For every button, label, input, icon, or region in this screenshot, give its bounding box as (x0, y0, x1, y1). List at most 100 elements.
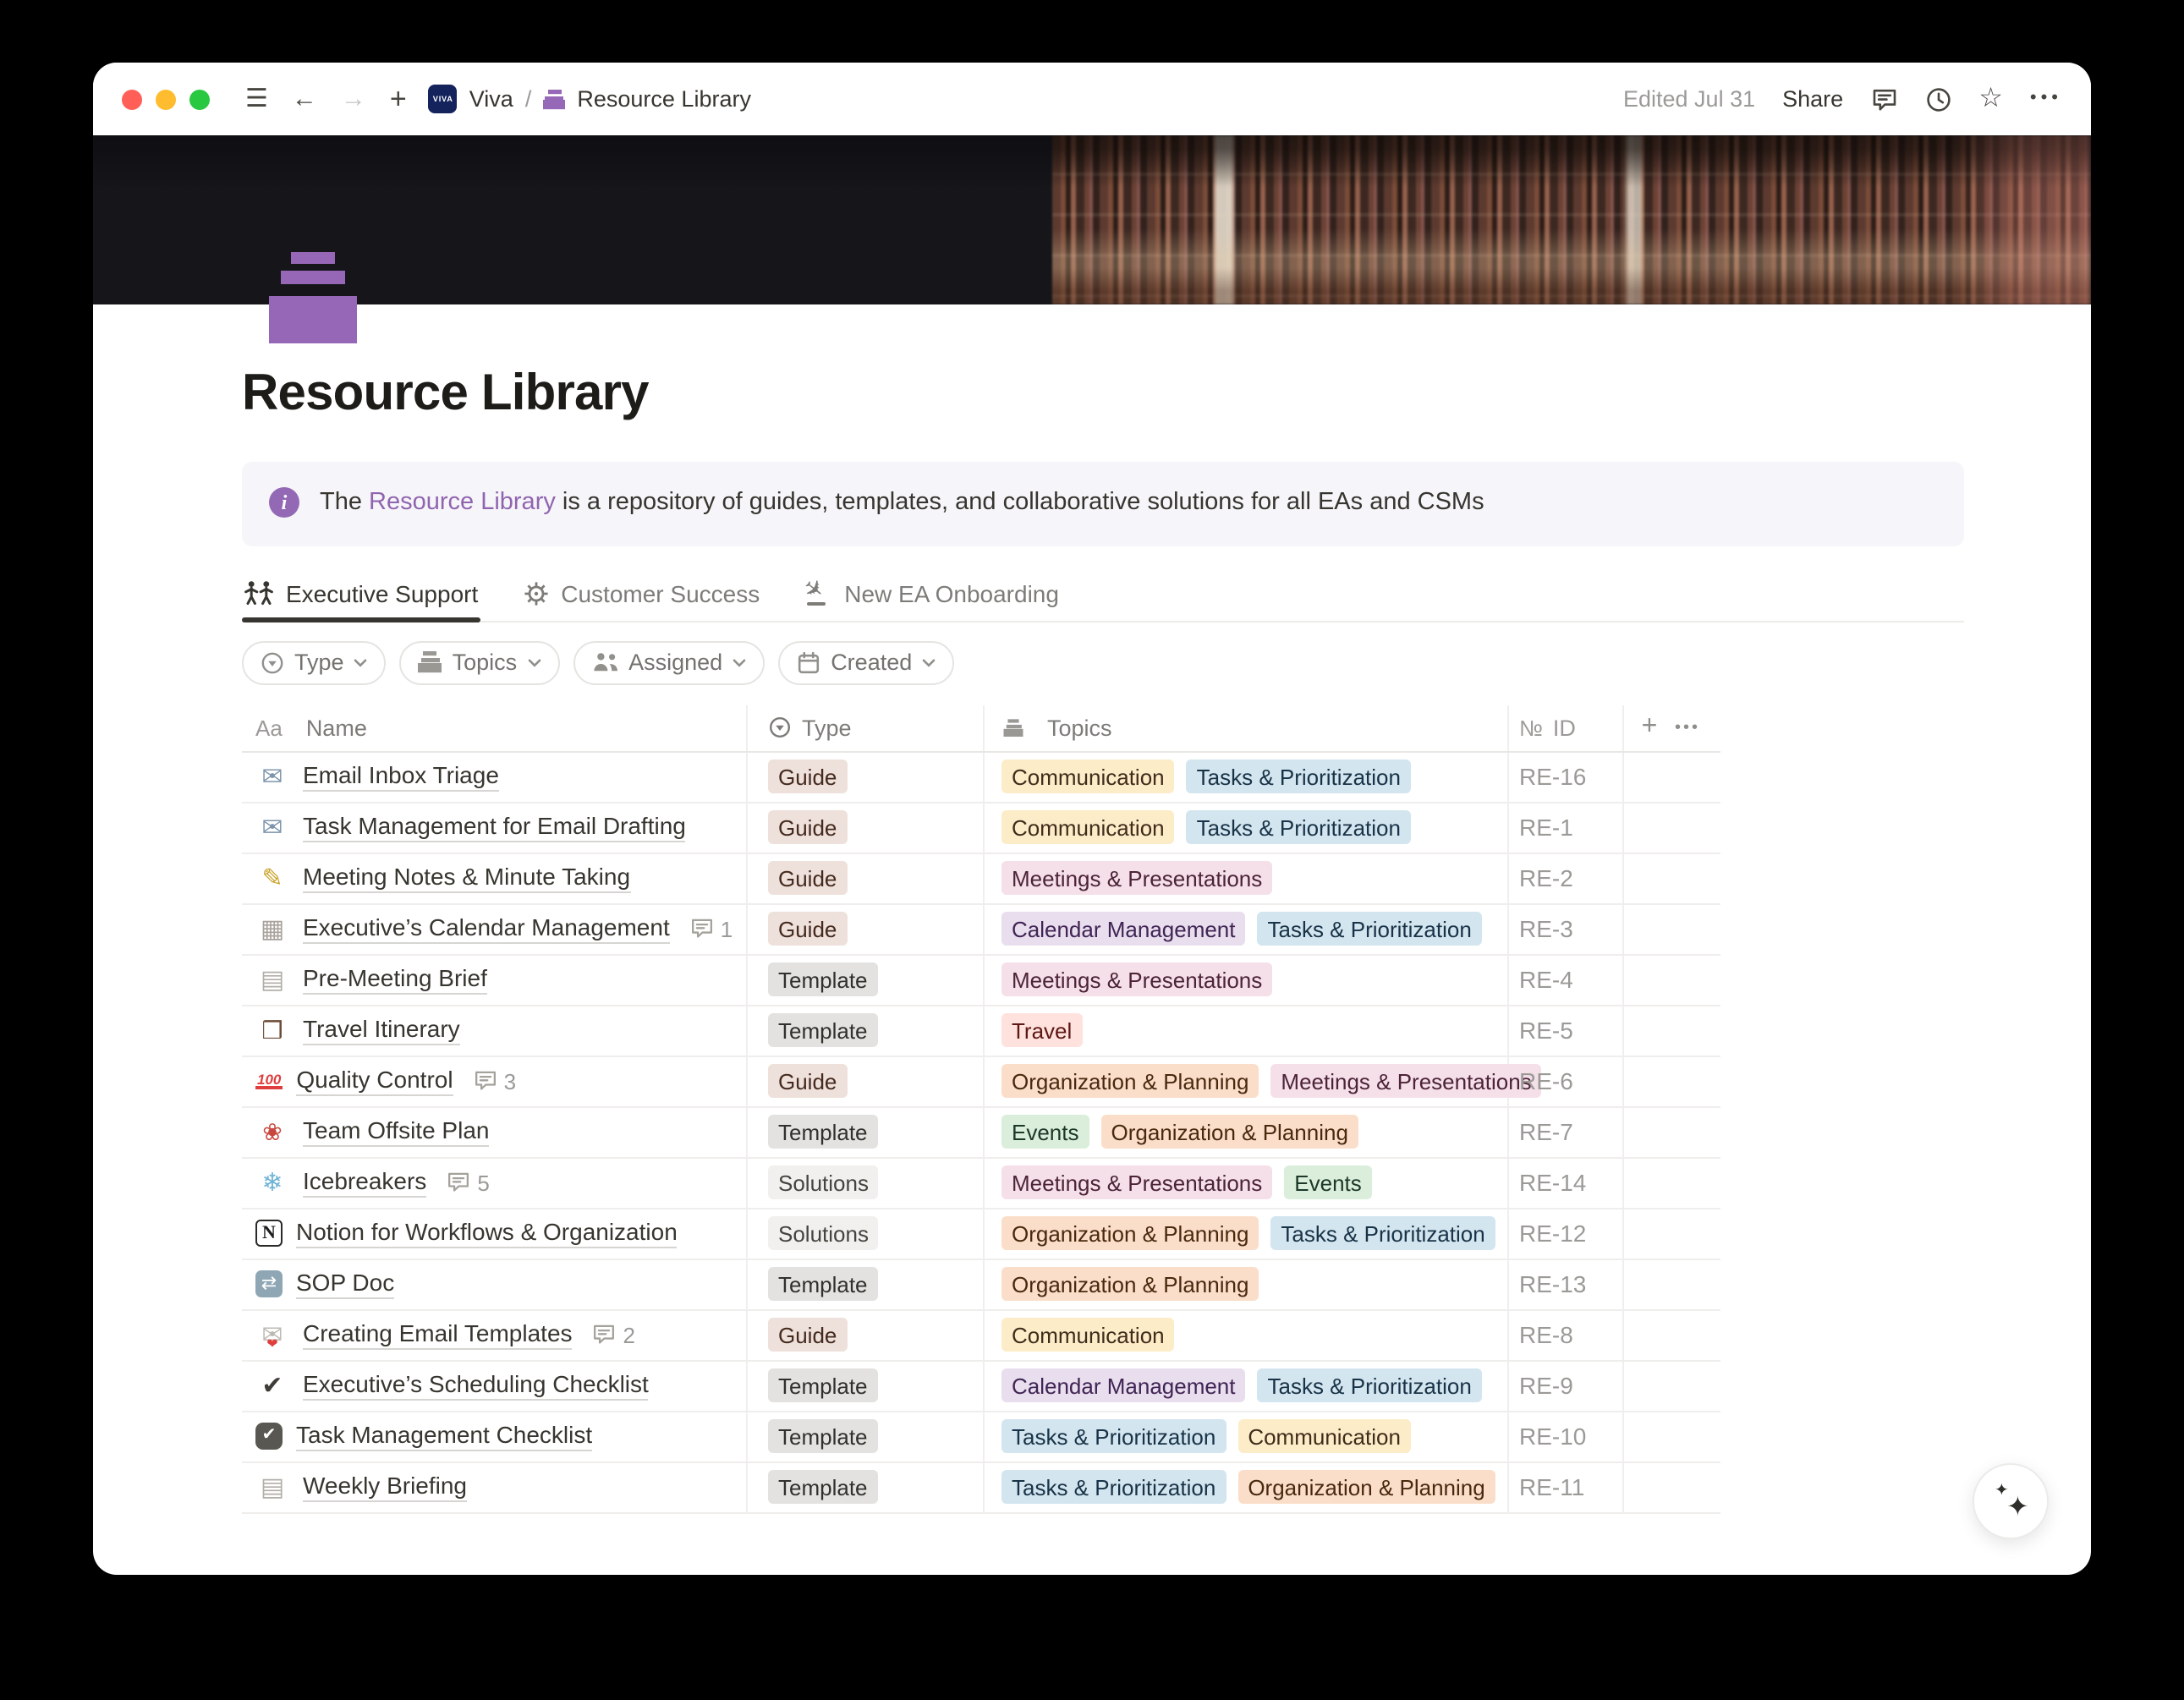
table-options-icon[interactable]: ••• (1675, 705, 1700, 750)
topic-tag[interactable]: Tasks & Prioritization (1001, 1419, 1226, 1453)
topic-tag[interactable]: Tasks & Prioritization (1270, 1216, 1495, 1250)
title-bar-actions: Edited Jul 31 Share ☆ ••• (1623, 85, 2062, 112)
row-name-link[interactable]: Meeting Notes & Minute Taking (303, 863, 630, 894)
close-window-button[interactable] (122, 89, 142, 109)
type-tag[interactable]: Template (768, 962, 878, 996)
row-name-link[interactable]: Creating Email Templates (303, 1319, 573, 1351)
page-title[interactable]: Resource Library (242, 365, 1964, 423)
row-id: RE-13 (1509, 1259, 1624, 1308)
comment-count[interactable]: 1 (690, 916, 733, 941)
topic-tag[interactable]: Meetings & Presentations (1001, 861, 1272, 895)
topic-tag[interactable]: Tasks & Prioritization (1187, 810, 1411, 844)
comment-count[interactable]: 2 (593, 1322, 635, 1347)
type-tag[interactable]: Template (768, 1470, 878, 1504)
resource-table-body: ✉ Email Inbox Triage Guide Communication Tas… (242, 752, 1720, 1513)
type-tag[interactable]: Guide (768, 1318, 847, 1352)
type-tag[interactable]: Solutions (768, 1165, 879, 1199)
type-tag[interactable]: Template (768, 1419, 878, 1453)
minimize-window-button[interactable] (156, 89, 176, 109)
tab-new-ea-onboarding[interactable]: ✈ New EA Onboarding (802, 576, 1061, 620)
filter-topics[interactable]: Topics (400, 640, 560, 684)
tab-executive-support[interactable]: Executive Support (242, 576, 480, 620)
row-name-link[interactable]: Notion for Workflows & Organization (296, 1218, 678, 1249)
type-tag[interactable]: Guide (768, 912, 847, 946)
page-icon-archive[interactable] (269, 252, 357, 343)
type-tag[interactable]: Template (768, 1267, 878, 1301)
type-tag[interactable]: Guide (768, 1064, 847, 1098)
new-tab-icon[interactable]: + (378, 85, 419, 113)
workspace-logo[interactable]: VIVA (429, 85, 458, 113)
filter-type[interactable]: Type (242, 640, 387, 684)
more-options-icon[interactable]: ••• (2030, 90, 2062, 108)
type-tag[interactable]: Template (768, 1115, 878, 1149)
type-tag[interactable]: Guide (768, 810, 847, 844)
topic-tag[interactable]: Organization & Planning (1001, 1064, 1259, 1098)
topic-tag[interactable]: Organization & Planning (1237, 1470, 1495, 1504)
row-name-link[interactable]: Executive’s Calendar Management (303, 913, 670, 945)
topic-tag[interactable]: Communication (1001, 1318, 1175, 1352)
topic-tag[interactable]: Calendar Management (1001, 1368, 1246, 1402)
row-name-link[interactable]: Travel Itinerary (303, 1015, 460, 1046)
topic-tag[interactable]: Tasks & Prioritization (1187, 760, 1411, 793)
row-name-link[interactable]: Pre-Meeting Brief (303, 964, 487, 995)
history-clock-icon[interactable] (1924, 85, 1951, 112)
forward-icon[interactable]: → (329, 86, 378, 112)
row-name-link[interactable]: Task Management for Email Drafting (303, 812, 686, 843)
screen: ☰ ← → + VIVA Viva / Resource Library Edi… (0, 0, 2184, 1700)
type-tag[interactable]: Guide (768, 861, 847, 895)
row-name-link[interactable]: Task Management Checklist (296, 1421, 592, 1452)
table-row: ✔Task Management ChecklistTemplateTasks … (242, 1412, 1720, 1462)
row-name-link[interactable]: Team Offsite Plan (303, 1116, 490, 1148)
row-name-link[interactable]: Email Inbox Triage (303, 761, 499, 792)
column-header-name[interactable]: Aa Name (242, 705, 748, 750)
column-header-topics[interactable]: Topics (985, 705, 1509, 750)
topic-tag[interactable]: Communication (1001, 810, 1175, 844)
breadcrumb-page[interactable]: Resource Library (577, 86, 751, 112)
topic-tag[interactable]: Organization & Planning (1101, 1115, 1358, 1149)
topic-tag[interactable]: Organization & Planning (1001, 1267, 1259, 1301)
row-name-link[interactable]: SOP Doc (296, 1269, 394, 1300)
add-column-button[interactable]: + (1624, 705, 1675, 750)
share-button[interactable]: Share (1782, 86, 1843, 112)
topic-tag[interactable]: Organization & Planning (1001, 1216, 1259, 1250)
type-tag[interactable]: Guide (768, 760, 847, 793)
topic-tag[interactable]: Communication (1001, 760, 1175, 793)
topic-tag[interactable]: Communication (1237, 1419, 1411, 1453)
topic-tag[interactable]: Travel (1001, 1013, 1082, 1047)
comments-icon[interactable] (1870, 85, 1897, 112)
comment-count[interactable]: 3 (474, 1068, 516, 1094)
filter-created[interactable]: Created (778, 640, 954, 684)
type-tag[interactable]: Solutions (768, 1216, 879, 1250)
breadcrumb-workspace[interactable]: Viva (469, 86, 513, 112)
topic-tag[interactable]: Tasks & Prioritization (1258, 1368, 1482, 1402)
type-tag[interactable]: Template (768, 1013, 878, 1047)
topic-tag[interactable]: Tasks & Prioritization (1001, 1470, 1226, 1504)
table-row: ❒Travel ItineraryTemplateTravelRE-5 (242, 1006, 1720, 1056)
sidebar-menu-icon[interactable]: ☰ (233, 86, 280, 112)
back-icon[interactable]: ← (280, 86, 329, 112)
callout-suffix: is a repository of guides, templates, an… (556, 489, 1484, 516)
topic-tag[interactable]: Events (1001, 1115, 1089, 1149)
zoom-window-button[interactable] (189, 89, 210, 109)
row-name-link[interactable]: Quality Control (296, 1066, 453, 1097)
filter-assigned[interactable]: Assigned (573, 640, 765, 684)
favorite-star-icon[interactable]: ☆ (1978, 85, 2003, 112)
tab-customer-success[interactable]: Customer Success (520, 576, 761, 620)
topic-tag[interactable]: Meetings & Presentations (1270, 1064, 1541, 1098)
type-tag[interactable]: Template (768, 1368, 878, 1402)
column-header-id[interactable]: № ID (1509, 705, 1624, 750)
topic-tag[interactable]: Calendar Management (1001, 912, 1246, 946)
topic-tag[interactable]: Events (1284, 1165, 1372, 1199)
resource-library-link[interactable]: Resource Library (369, 489, 556, 516)
comment-count[interactable]: 5 (447, 1170, 489, 1195)
topic-tag[interactable]: Meetings & Presentations (1001, 1165, 1272, 1199)
topics-cell: Organization & PlanningMeetings & Presen… (985, 1056, 1509, 1105)
topic-tag[interactable]: Meetings & Presentations (1001, 962, 1272, 996)
email-icon: ✉ (255, 764, 289, 789)
row-name-link[interactable]: Weekly Briefing (303, 1472, 467, 1503)
ai-assistant-button[interactable]: ✦ ✦ (1973, 1463, 2049, 1539)
row-name-link[interactable]: Executive’s Scheduling Checklist (303, 1370, 649, 1401)
topic-tag[interactable]: Tasks & Prioritization (1258, 912, 1482, 946)
column-header-type[interactable]: Type (748, 705, 985, 750)
row-name-link[interactable]: Icebreakers (303, 1167, 426, 1198)
